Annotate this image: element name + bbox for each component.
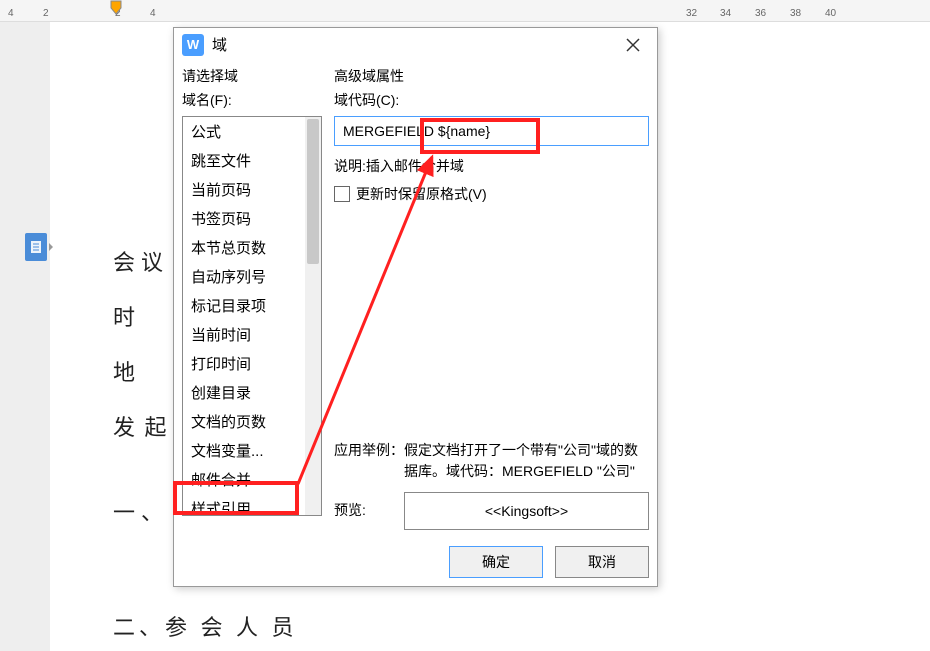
doc-text: 发 起 — [113, 410, 169, 442]
field-dialog: W 域 请选择域 域名(F): 公式 跳至文件 当前页码 书签页码 本节总页数 … — [173, 27, 658, 587]
close-icon — [626, 38, 640, 52]
doc-text: 二、参 会 人 员 — [113, 610, 298, 642]
field-item[interactable]: 当前时间 — [183, 320, 305, 349]
field-item[interactable]: 本节总页数 — [183, 233, 305, 262]
close-button[interactable] — [617, 31, 649, 59]
preview-box: <<Kingsoft>> — [404, 492, 649, 530]
advanced-props-header: 高级域属性 — [334, 66, 649, 86]
app-icon: W — [182, 34, 204, 56]
field-code-input[interactable] — [334, 116, 649, 146]
example-text: 假定文档打开了一个带有"公司"域的数据库。域代码：MERGEFIELD "公司" — [404, 440, 649, 482]
example-label: 应用举例： — [334, 440, 404, 482]
field-item[interactable]: 创建目录 — [183, 378, 305, 407]
keep-format-label: 更新时保留原格式(V) — [356, 184, 487, 204]
field-list-panel: 请选择域 域名(F): 公式 跳至文件 当前页码 书签页码 本节总页数 自动序列… — [182, 66, 322, 578]
doc-text: 地 — [113, 355, 141, 387]
scrollbar[interactable] — [305, 117, 321, 515]
scrollbar-thumb[interactable] — [307, 119, 319, 264]
field-code-label: 域代码(C): — [334, 90, 649, 110]
ok-button[interactable]: 确定 — [449, 546, 543, 578]
ruler: 4 2 2 4 32 34 36 38 40 — [0, 0, 930, 22]
doc-text: 一、 — [113, 495, 169, 527]
field-listbox[interactable]: 公式 跳至文件 当前页码 书签页码 本节总页数 自动序列号 标记目录项 当前时间… — [182, 116, 322, 516]
field-item[interactable]: 自动序列号 — [183, 262, 305, 291]
preview-label: 预览: — [334, 492, 404, 520]
dialog-title: 域 — [212, 34, 617, 55]
field-item[interactable]: 跳至文件 — [183, 146, 305, 175]
field-item[interactable]: 文档的页数 — [183, 407, 305, 436]
field-item[interactable]: 文档变量... — [183, 436, 305, 465]
field-list-header: 请选择域 — [182, 66, 322, 86]
field-item[interactable]: 当前页码 — [183, 175, 305, 204]
field-item[interactable]: 样式引用 — [183, 494, 305, 516]
field-description: 说明:插入邮件合并域 — [334, 156, 649, 176]
keep-format-checkbox[interactable] — [334, 186, 350, 202]
doc-text: 时 — [113, 300, 141, 332]
field-properties-panel: 高级域属性 域代码(C): 说明:插入邮件合并域 更新时保留原格式(V) 应用举… — [322, 66, 649, 578]
doc-text: 会议 — [113, 245, 169, 277]
cancel-button[interactable]: 取消 — [555, 546, 649, 578]
field-item[interactable]: 书签页码 — [183, 204, 305, 233]
field-name-label: 域名(F): — [182, 90, 322, 110]
dialog-titlebar: W 域 — [174, 28, 657, 62]
field-item[interactable]: 公式 — [183, 117, 305, 146]
field-item-mailmerge[interactable]: 邮件合并 — [183, 465, 305, 494]
indent-marker-icon[interactable] — [110, 0, 122, 18]
sidebar-doc-icon[interactable] — [25, 233, 47, 261]
field-item[interactable]: 标记目录项 — [183, 291, 305, 320]
field-item[interactable]: 打印时间 — [183, 349, 305, 378]
